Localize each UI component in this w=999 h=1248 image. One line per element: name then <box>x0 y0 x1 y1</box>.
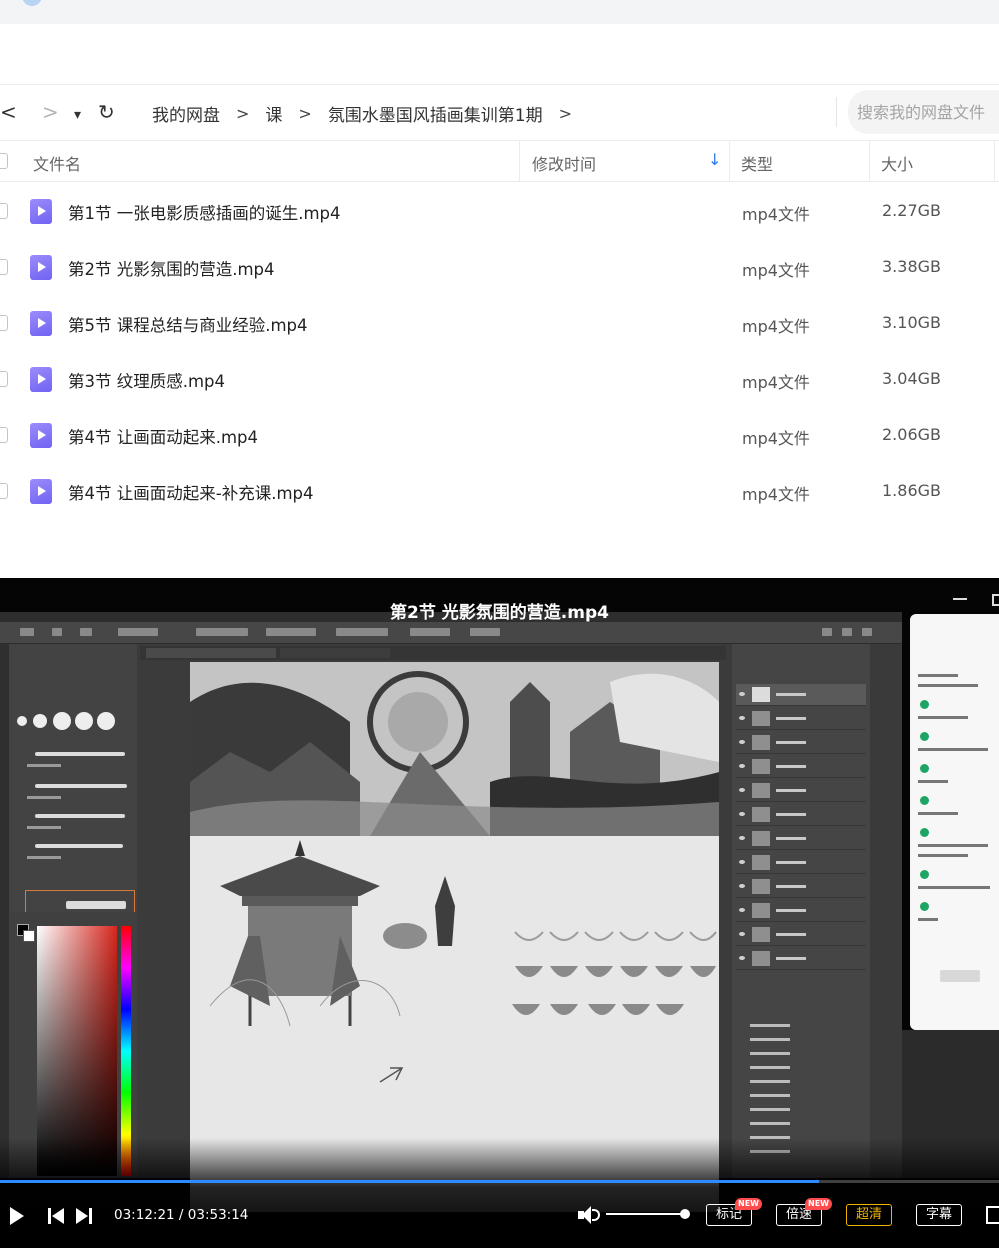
file-type: mp4文件 <box>742 205 810 224</box>
divider <box>836 97 837 127</box>
breadcrumb-item[interactable]: 氛围水墨国风插画集训第1期 <box>328 101 543 126</box>
sort-desc-icon[interactable]: ↓ <box>708 150 721 169</box>
file-browser: < > ▾ ↻ 我的网盘 > 课 > 氛围水墨国风插画集训第1期 > 文件名 修… <box>0 0 999 578</box>
column-header-size[interactable]: 大小 <box>881 151 913 175</box>
ps-side-strip <box>870 644 902 1178</box>
file-name[interactable]: 第3节 纹理质感.mp4 <box>68 368 225 392</box>
progress-bar[interactable] <box>0 1180 999 1183</box>
video-file-icon <box>30 479 52 504</box>
volume-slider[interactable] <box>606 1213 686 1215</box>
table-row[interactable]: 第5节 课程总结与商业经验.mp4 mp4文件 3.10GB <box>0 295 999 351</box>
file-size: 3.10GB <box>882 313 941 332</box>
ps-canvas <box>190 662 719 1212</box>
table-row[interactable]: 第3节 纹理质感.mp4 mp4文件 3.04GB <box>0 351 999 407</box>
ps-brush-panel <box>9 644 137 920</box>
quality-button[interactable]: 超清 <box>846 1204 892 1226</box>
file-size: 2.06GB <box>882 425 941 444</box>
file-name[interactable]: 第4节 让画面动起来-补充课.mp4 <box>68 480 314 504</box>
play-icon[interactable] <box>10 1207 24 1225</box>
forward-icon[interactable]: > <box>42 101 59 123</box>
row-checkbox[interactable] <box>0 483 8 499</box>
file-name[interactable]: 第4节 让画面动起来.mp4 <box>68 424 258 448</box>
ps-document-tabs <box>140 646 726 660</box>
table-row[interactable]: 第4节 让画面动起来-补充课.mp4 mp4文件 1.86GB <box>0 463 999 519</box>
maximize-icon[interactable] <box>992 594 999 606</box>
column-header-type[interactable]: 类型 <box>741 151 773 175</box>
video-frame[interactable] <box>0 612 902 1212</box>
table-row[interactable]: 第1节 一张电影质感插画的诞生.mp4 mp4文件 2.27GB <box>0 183 999 239</box>
video-file-icon <box>30 367 52 392</box>
ps-options-bar <box>0 622 902 644</box>
volume-knob[interactable] <box>680 1209 690 1219</box>
row-checkbox[interactable] <box>0 371 8 387</box>
file-size: 3.38GB <box>882 257 941 276</box>
video-file-icon <box>30 311 52 336</box>
file-name[interactable]: 第2节 光影氛围的营造.mp4 <box>68 256 275 280</box>
breadcrumb: 我的网盘 > 课 > 氛围水墨国风插画集训第1期 > <box>152 101 588 126</box>
file-size: 2.27GB <box>882 201 941 220</box>
ps-layers-panel <box>732 644 870 1178</box>
file-type: mp4文件 <box>742 261 810 280</box>
video-file-icon <box>30 423 52 448</box>
controls-gradient <box>0 1138 999 1248</box>
breadcrumb-item[interactable]: 课 <box>265 101 282 126</box>
fullscreen-icon[interactable] <box>986 1206 999 1224</box>
video-file-icon <box>30 255 52 280</box>
row-checkbox[interactable] <box>0 203 8 219</box>
video-title: 第2节 光影氛围的营造.mp4 <box>390 603 609 623</box>
file-type: mp4文件 <box>742 317 810 336</box>
table-row[interactable]: 第2节 光影氛围的营造.mp4 mp4文件 3.38GB <box>0 239 999 295</box>
file-type: mp4文件 <box>742 429 810 448</box>
column-divider[interactable] <box>994 141 995 182</box>
back-icon[interactable]: < <box>0 101 17 123</box>
file-type: mp4文件 <box>742 485 810 504</box>
search-input[interactable] <box>857 100 997 124</box>
playback-time: 03:12:21 / 03:53:14 <box>114 1207 249 1223</box>
next-icon[interactable] <box>76 1207 94 1225</box>
file-size: 3.04GB <box>882 369 941 388</box>
breadcrumb-separator: > <box>236 103 250 123</box>
file-name[interactable]: 第5节 课程总结与商业经验.mp4 <box>68 312 308 336</box>
video-file-icon <box>30 199 52 224</box>
history-dropdown-icon[interactable]: ▾ <box>74 104 81 126</box>
row-checkbox[interactable] <box>0 427 8 443</box>
file-name[interactable]: 第1节 一张电影质感插画的诞生.mp4 <box>68 200 341 224</box>
live-chat-panel <box>910 614 999 1030</box>
row-checkbox[interactable] <box>0 259 8 275</box>
new-badge: NEW <box>735 1198 762 1210</box>
minimize-icon[interactable] <box>953 598 967 600</box>
subtitle-button[interactable]: 字幕 <box>916 1204 962 1226</box>
breadcrumb-item[interactable]: 我的网盘 <box>152 101 220 126</box>
row-checkbox[interactable] <box>0 315 8 331</box>
column-divider[interactable] <box>869 141 870 182</box>
refresh-icon[interactable]: ↻ <box>98 101 115 123</box>
column-header-name[interactable]: 文件名 <box>33 151 81 175</box>
artwork-scene <box>190 662 719 836</box>
column-divider[interactable] <box>519 141 520 182</box>
table-header: 文件名 修改时间 ↓ 类型 大小 <box>0 140 999 182</box>
ps-toolbar <box>0 644 9 1178</box>
file-type: mp4文件 <box>742 373 810 392</box>
app-logo <box>22 0 42 6</box>
file-size: 1.86GB <box>882 481 941 500</box>
column-divider[interactable] <box>729 141 730 182</box>
new-badge: NEW <box>805 1198 832 1210</box>
table-row[interactable]: 第4节 让画面动起来.mp4 mp4文件 2.06GB <box>0 407 999 463</box>
progress-fill <box>0 1180 820 1183</box>
select-all-checkbox[interactable] <box>0 153 8 169</box>
search-box[interactable] <box>848 90 999 134</box>
video-player[interactable]: 第2节 光影氛围的营造.mp4 03:12:21 / 03:53:14 标记 N… <box>0 578 999 1248</box>
window-top-strip <box>0 0 999 24</box>
breadcrumb-separator: > <box>298 103 312 123</box>
volume-icon[interactable] <box>578 1205 600 1225</box>
breadcrumb-separator: > <box>558 103 573 123</box>
column-header-modified[interactable]: 修改时间 <box>532 151 596 175</box>
previous-icon[interactable] <box>48 1207 66 1225</box>
